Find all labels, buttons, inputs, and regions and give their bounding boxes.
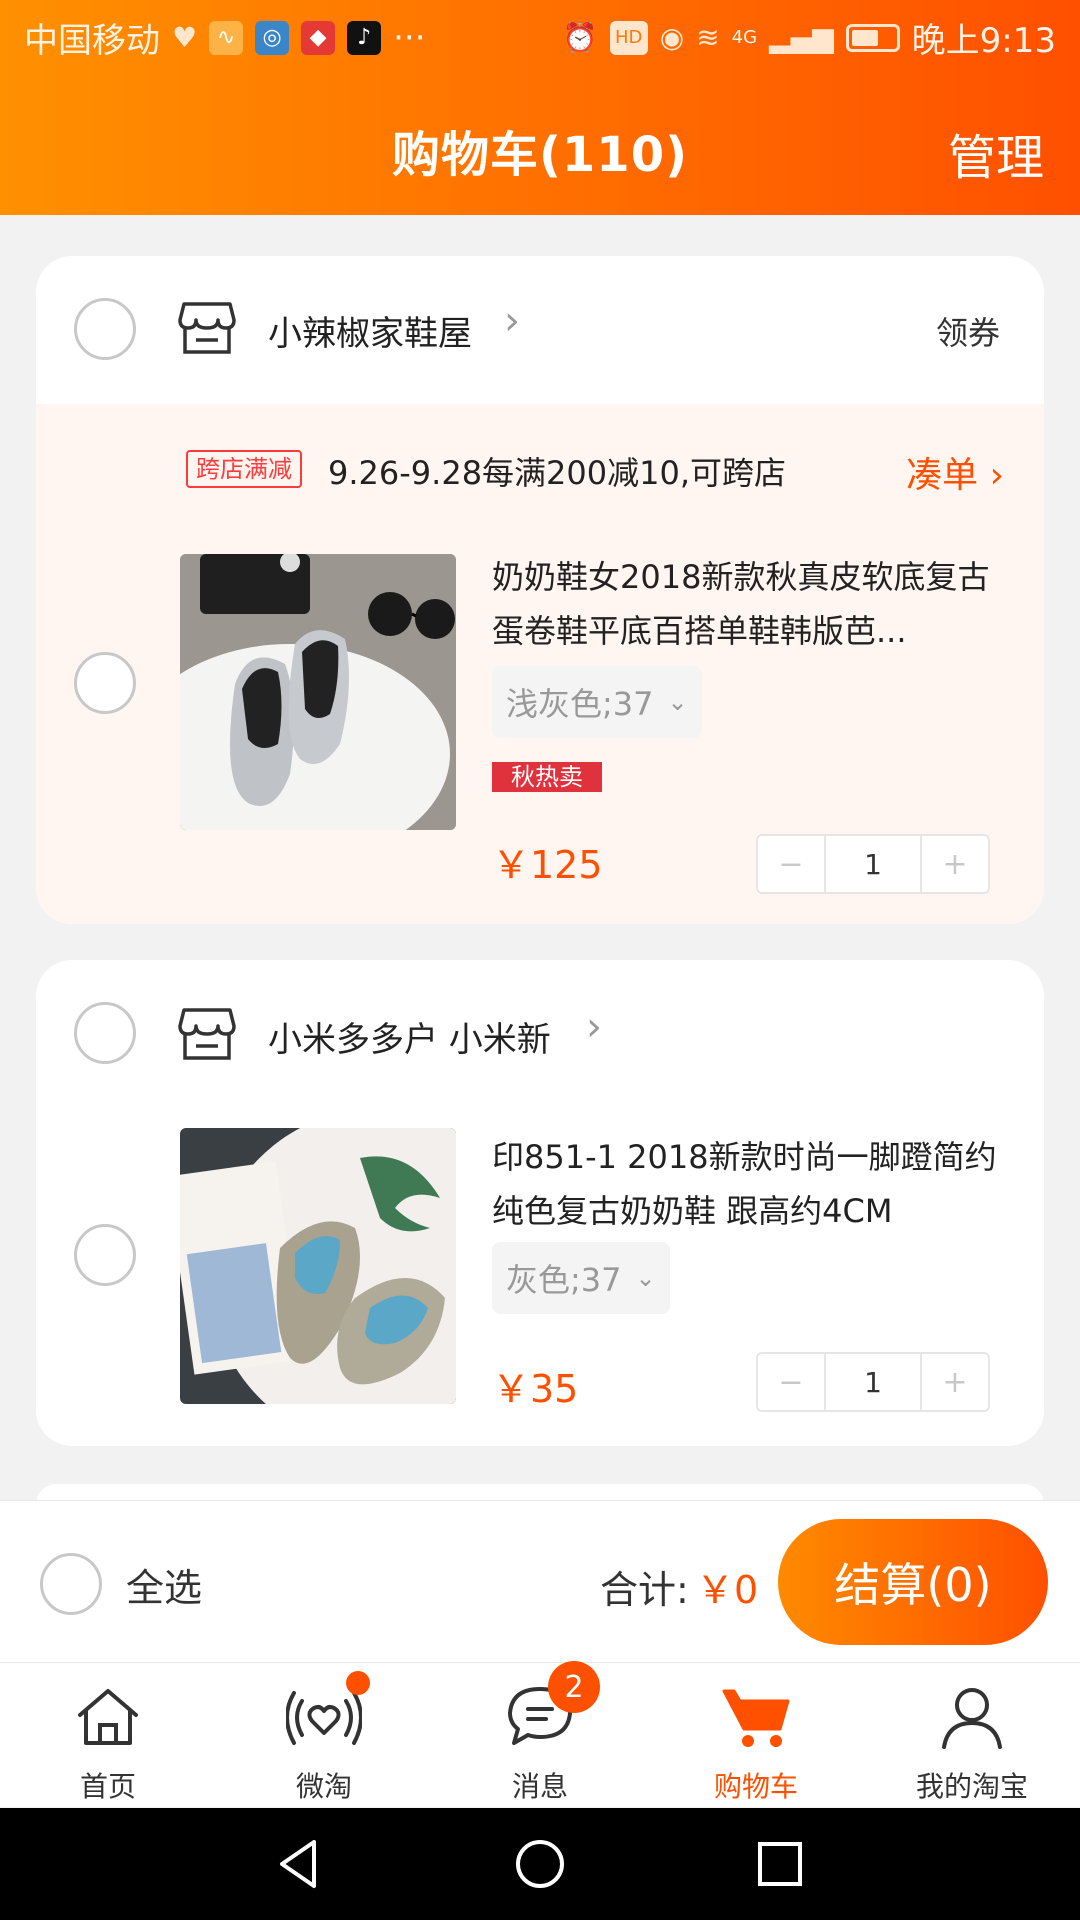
tab-messages[interactable]: 2 消息: [432, 1661, 648, 1807]
shop-header[interactable]: 小辣椒家鞋屋 › 领券: [36, 268, 1044, 388]
shop-select-radio[interactable]: [74, 1002, 136, 1064]
message-count-badge: 2: [548, 1661, 600, 1713]
wifi-icon: ≋: [696, 21, 720, 54]
tiktok-icon: ♪: [347, 20, 382, 55]
app-icon: ◎: [255, 20, 290, 55]
shop-icon: [178, 302, 236, 354]
combine-order-label: 凑单: [906, 455, 979, 496]
back-icon[interactable]: [270, 1834, 330, 1894]
chevron-right-icon: ›: [504, 298, 520, 344]
tab-label: 首页: [79, 1770, 136, 1803]
promo-tag: 跨店满减: [186, 450, 302, 489]
shop-icon: [178, 1008, 236, 1060]
tab-home[interactable]: 首页: [0, 1663, 216, 1807]
tab-label: 我的淘宝: [915, 1770, 1028, 1803]
header: 中国移动 ♥ ∿ ◎ ◆ ♪ ··· ⏰ HD ◉ ≋ 4G ▂▄▆ 晚上9:1…: [0, 0, 1080, 215]
network-type: 4G: [731, 27, 758, 48]
battery-icon: [845, 23, 900, 52]
quantity-stepper: − 1 +: [756, 1352, 990, 1412]
select-all-label[interactable]: 全选: [126, 1557, 202, 1612]
recents-icon[interactable]: [750, 1834, 810, 1894]
activity-icon: ∿: [209, 20, 244, 55]
carrier-label: 中国移动: [24, 21, 160, 61]
product-spec: 浅灰色;37: [506, 685, 654, 723]
user-icon: [942, 1688, 1002, 1749]
product-spec-selector[interactable]: 浅灰色;37 ⌄: [492, 666, 702, 738]
product-title[interactable]: 印851-1 2018新款时尚一脚蹬简约纯色复古奶奶鞋 跟高约4CM: [492, 1130, 1012, 1238]
home-icon: [78, 1689, 138, 1745]
promo-text: 9.26-9.28每满200减10,可跨店: [328, 454, 787, 492]
product-image[interactable]: [180, 554, 456, 830]
quantity-value[interactable]: 1: [824, 836, 922, 892]
tab-label: 微淘: [295, 1770, 352, 1803]
cart-icon: [722, 1689, 790, 1747]
notification-dot: [346, 1671, 370, 1695]
tab-weitao[interactable]: 微淘: [216, 1663, 432, 1807]
hd-icon: HD: [609, 20, 648, 55]
eye-icon: ◉: [659, 21, 685, 54]
chevron-right-icon: ›: [586, 1004, 602, 1050]
chevron-down-icon: ⌄: [667, 688, 688, 716]
shop-card: 小辣椒家鞋屋 › 领券 跨店满减 9.26-9.28每满200减10,可跨店 凑…: [36, 256, 1044, 924]
app-icon: ◆: [301, 20, 336, 55]
tab-bar: 首页 微淘 2 消息 购物车 我的淘宝: [0, 1661, 1080, 1807]
shop-name[interactable]: 小辣椒家鞋屋: [268, 306, 472, 355]
select-all-radio[interactable]: [40, 1553, 102, 1615]
product-spec-selector[interactable]: 灰色;37 ⌄: [492, 1242, 670, 1314]
checkout-button[interactable]: 结算(0): [778, 1519, 1048, 1645]
tab-my-taobao[interactable]: 我的淘宝: [864, 1663, 1080, 1807]
product-title[interactable]: 奶奶鞋女2018新款秋真皮软底复古蛋卷鞋平底百搭单鞋韩版芭...: [492, 550, 1012, 658]
alarm-icon: ⏰: [562, 21, 598, 54]
shop-select-radio[interactable]: [74, 298, 136, 360]
tab-label: 购物车: [713, 1770, 798, 1803]
quantity-value[interactable]: 1: [824, 1354, 922, 1410]
item-select-radio[interactable]: [74, 652, 136, 714]
home-circle-icon[interactable]: [510, 1834, 570, 1894]
manage-button[interactable]: 管理: [948, 118, 1044, 188]
status-bar: 中国移动 ♥ ∿ ◎ ◆ ♪ ··· ⏰ HD ◉ ≋ 4G ▂▄▆ 晚上9:1…: [0, 0, 1080, 75]
page-title: 购物车(110): [391, 127, 689, 183]
coupon-link[interactable]: 领券: [936, 308, 1000, 354]
combine-order-link[interactable]: 凑单 ›: [906, 446, 1004, 498]
item-select-radio[interactable]: [74, 1224, 136, 1286]
increment-button[interactable]: +: [922, 1354, 988, 1410]
tab-label: 消息: [511, 1770, 568, 1803]
promo-badge: 秋热卖: [492, 762, 602, 792]
system-nav-bar: [0, 1808, 1080, 1920]
shop-card: 小米多多户 小米新 › 印851-1 2018新款时尚一脚蹬简约纯色复古奶奶鞋 …: [36, 960, 1044, 1446]
tab-cart[interactable]: 购物车: [648, 1663, 864, 1807]
settle-bar: 全选 合计: ￥0 结算(0): [0, 1500, 1080, 1662]
product-image[interactable]: [180, 1128, 456, 1404]
decrement-button[interactable]: −: [758, 836, 824, 892]
total-value: ￥0: [696, 1568, 759, 1612]
decrement-button[interactable]: −: [758, 1354, 824, 1410]
increment-button[interactable]: +: [922, 836, 988, 892]
signal-icon: ▂▄▆: [769, 21, 834, 54]
promo-area: 跨店满减 9.26-9.28每满200减10,可跨店 凑单 › 奶奶鞋女2018…: [36, 404, 1044, 924]
clock: 晚上9:13: [911, 21, 1056, 61]
total-label: 合计:: [600, 1568, 689, 1612]
shop-name[interactable]: 小米多多户 小米新: [268, 1012, 551, 1061]
chevron-down-icon: ⌄: [635, 1264, 656, 1292]
more-notifications: ···: [393, 17, 426, 58]
product-price: ￥35: [492, 1367, 579, 1411]
quantity-stepper: − 1 +: [756, 834, 990, 894]
product-price: ￥125: [492, 843, 603, 887]
shop-header[interactable]: 小米多多户 小米新 ›: [36, 960, 1044, 1080]
product-spec: 灰色;37: [506, 1261, 622, 1299]
health-icon: ♥: [172, 21, 198, 54]
